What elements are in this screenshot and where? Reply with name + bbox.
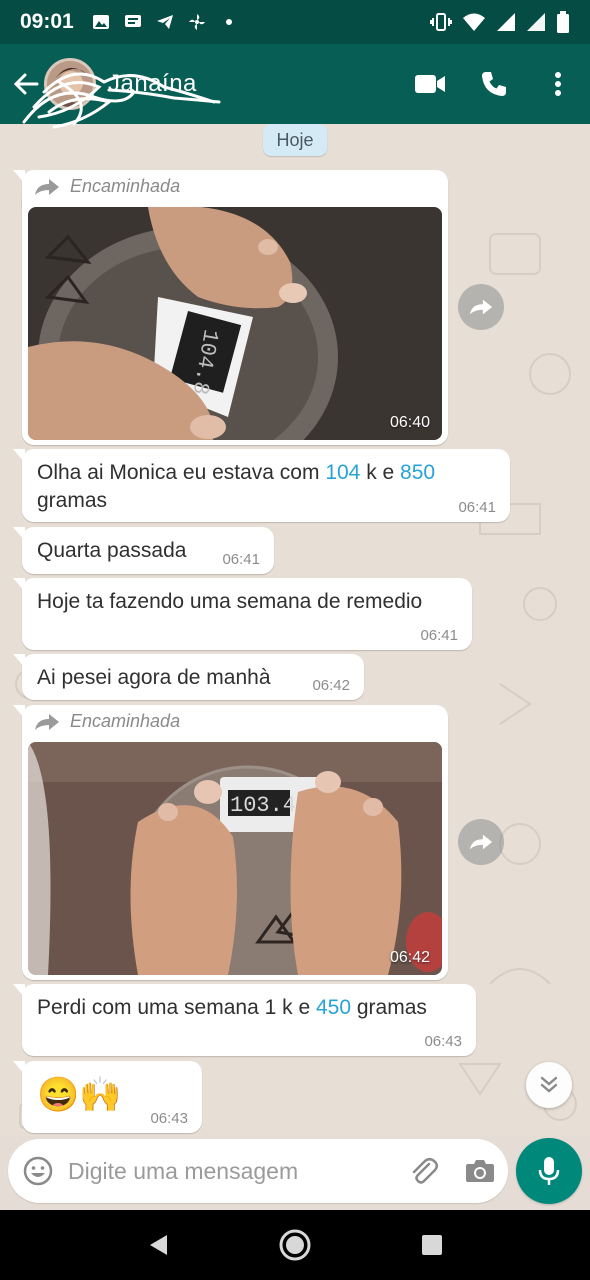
message-text: Olha ai Monica eu estava com 104 k e 850… [37, 459, 435, 515]
highlighted-number[interactable]: 450 [316, 996, 351, 1019]
highlighted-number[interactable]: 104 [325, 461, 360, 484]
message-text: Perdi com uma semana 1 k e 450 gramas [37, 994, 427, 1022]
camera-button[interactable] [452, 1143, 508, 1199]
phone-icon [482, 72, 506, 96]
image-time: 06:42 [389, 949, 430, 966]
system-navigation-bar [0, 1210, 590, 1280]
wifi-icon [463, 13, 485, 31]
message-time: 06:41 [458, 499, 496, 516]
nav-back-button[interactable] [128, 1215, 188, 1275]
message-time: 06:43 [424, 1033, 462, 1050]
voice-record-button[interactable] [516, 1138, 582, 1204]
avatar[interactable] [44, 58, 96, 110]
status-time: 09:01 [20, 10, 74, 33]
double-chevron-down-icon [540, 1076, 558, 1093]
image-icon [92, 15, 109, 29]
forwarded-image-message-6[interactable]: Encaminhada 103.4 06:42 [13, 705, 448, 980]
chat-area[interactable]: Hoje Encaminhada 104.8 06:40 Olha ai Mon… [0, 124, 590, 1136]
nav-back-icon [150, 1235, 168, 1255]
avatar-photo [55, 67, 87, 107]
emoji-button[interactable] [8, 1141, 68, 1201]
message-text: Quarta passada [37, 539, 187, 562]
forwarded-image-message-1[interactable]: Encaminhada 104.8 06:40 [13, 170, 448, 445]
message-composer [8, 1139, 508, 1203]
nav-home-icon [279, 1229, 311, 1261]
scale-photo-2[interactable]: 103.4 06:42 [28, 742, 442, 975]
more-options-button[interactable] [526, 52, 590, 116]
share-button-1[interactable] [458, 284, 504, 330]
svg-text:103.4: 103.4 [230, 793, 296, 818]
message-text-part: Perdi com uma semana 1 k e [37, 996, 316, 1019]
nav-recents-icon [421, 1235, 442, 1255]
message-text-part: gramas [37, 489, 108, 512]
forward-arrow-icon [35, 713, 59, 730]
vibrate-icon [430, 13, 452, 31]
video-call-icon [415, 75, 445, 93]
text-message-4[interactable]: Hoje ta fazendo uma semana de remedio 06… [13, 578, 472, 650]
status-bar: 09:01 [0, 0, 590, 44]
image-time: 06:40 [389, 414, 430, 431]
forwarded-text: Encaminhada [70, 176, 181, 196]
voice-call-button[interactable] [462, 52, 526, 116]
attach-icon [412, 1158, 438, 1184]
status-right-icons [430, 11, 570, 33]
text-message-7[interactable]: Perdi com uma semana 1 k e 450 gramas 06… [13, 984, 476, 1056]
text-message-3[interactable]: Quarta passada 06:41 [13, 527, 274, 574]
mic-icon [538, 1157, 560, 1185]
header-actions [398, 52, 590, 116]
text-message-5[interactable]: Ai pesei agora de manhà 06:42 [13, 654, 364, 700]
battery-icon [557, 11, 569, 33]
back-arrow-icon [13, 73, 39, 95]
message-text-part: k e [360, 461, 401, 484]
scale-photo-1[interactable]: 104.8 06:40 [28, 207, 442, 440]
fan-icon [188, 14, 205, 30]
share-forward-icon [469, 299, 493, 315]
attach-button[interactable] [396, 1143, 452, 1199]
message-time: 06:41 [222, 551, 260, 568]
emoji-icon [23, 1156, 53, 1186]
share-button-2[interactable] [458, 819, 504, 865]
message-text: Ai pesei agora de manhà [37, 666, 271, 689]
forwarded-label: Encaminhada [34, 176, 180, 197]
message-text-part: Olha ai Monica eu estava com [37, 461, 326, 484]
share-forward-icon [469, 834, 493, 850]
message-time: 06:41 [420, 627, 458, 644]
contact-name[interactable]: Janaína [108, 70, 197, 98]
signal-icon-2 [527, 13, 545, 31]
dot-icon [225, 19, 232, 25]
forwarded-text: Encaminhada [70, 711, 181, 731]
video-call-button[interactable] [398, 52, 462, 116]
forward-arrow-icon [35, 178, 59, 195]
message-text-part: gramas [351, 996, 427, 1019]
scale-photo-2-image: 103.4 [28, 742, 442, 975]
camera-icon [466, 1160, 494, 1182]
scroll-to-bottom-button[interactable] [526, 1062, 572, 1108]
signal-icon [497, 13, 515, 31]
message-icon [124, 15, 141, 27]
telegram-icon [156, 15, 173, 29]
back-button[interactable] [2, 60, 50, 108]
message-text: Hoje ta fazendo uma semana de remedio [37, 590, 423, 613]
text-message-2[interactable]: Olha ai Monica eu estava com 104 k e 850… [13, 449, 510, 522]
emoji-message-8[interactable]: 😄🙌 06:43 [13, 1061, 202, 1133]
message-time: 06:42 [312, 677, 350, 694]
message-emoji: 😄🙌 [37, 1076, 122, 1114]
nav-recents-button[interactable] [402, 1215, 462, 1275]
scale-photo-1-image: 104.8 [28, 207, 442, 440]
forwarded-label: Encaminhada [34, 711, 180, 732]
date-chip: Hoje [263, 124, 327, 156]
nav-home-button[interactable] [265, 1215, 325, 1275]
chat-header: Janaína [0, 44, 590, 124]
message-time: 06:43 [150, 1110, 188, 1127]
more-vert-icon [555, 72, 561, 96]
highlighted-number[interactable]: 850 [400, 461, 435, 484]
message-input[interactable] [68, 1151, 396, 1191]
